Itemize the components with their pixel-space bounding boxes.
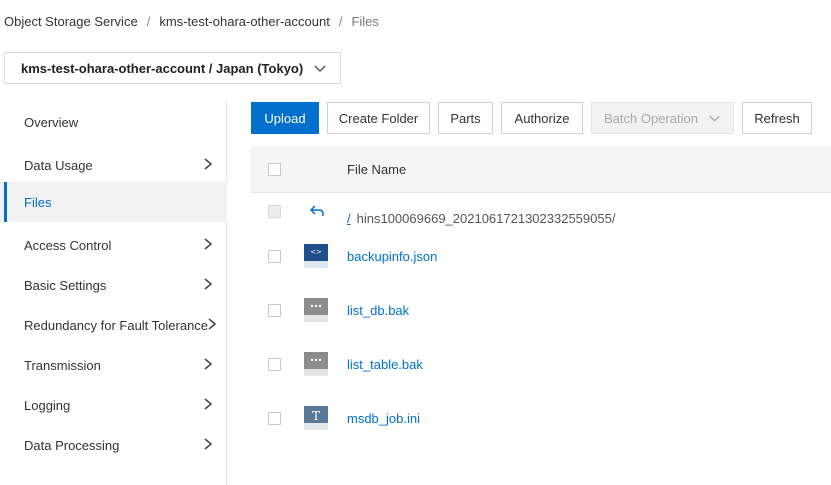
breadcrumb: Object Storage Service / kms-test-ohara-… (4, 14, 379, 29)
svg-text:T: T (312, 409, 320, 423)
refresh-button[interactable]: Refresh (742, 102, 812, 134)
file-name-link[interactable]: list_table.bak (347, 357, 423, 372)
sidebar-item-data-processing[interactable]: Data Processing (0, 425, 227, 465)
svg-text:<>: <> (310, 248, 322, 256)
table-header: File Name (251, 146, 831, 193)
table-row: list_table.bak (251, 350, 831, 404)
bucket-region-select[interactable]: kms-test-ohara-other-account / Japan (To… (4, 52, 341, 84)
sidebar-item-logging[interactable]: Logging (0, 385, 227, 425)
generic-file-icon (304, 352, 328, 376)
upload-button[interactable]: Upload (251, 102, 319, 134)
top-bar: Object Storage Service / kms-test-ohara-… (0, 0, 831, 44)
bucket-region-value: kms-test-ohara-other-account / Japan (To… (21, 60, 304, 76)
text-file-icon: T (304, 406, 328, 430)
chevron-right-icon (204, 398, 213, 410)
sidebar-item-files[interactable]: Files (0, 182, 227, 222)
back-arrow-icon[interactable] (309, 203, 325, 219)
row-checkbox (268, 205, 281, 218)
breadcrumb-item-oss[interactable]: Object Storage Service (4, 14, 138, 29)
path-folder: hins100069669_20210617213023325590​55/ (356, 211, 616, 226)
chevron-right-icon (204, 278, 213, 290)
row-checkbox[interactable] (268, 304, 281, 317)
sidebar-item-label: Redundancy for Fault Tolerance (24, 317, 209, 333)
table-row: list_db.bak (251, 296, 831, 350)
sidebar-item-basic-settings[interactable]: Basic Settings (0, 265, 227, 305)
file-name-link[interactable]: msdb_job.ini (347, 411, 420, 426)
parts-button[interactable]: Parts (438, 102, 493, 134)
breadcrumb-item-bucket[interactable]: kms-test-ohara-other-account (159, 14, 330, 29)
batch-operation-label: Batch Operation (604, 110, 698, 126)
sidebar-item-label: Data Processing (24, 437, 120, 453)
sidebar-item-label: Access Control (24, 237, 112, 253)
create-folder-button[interactable]: Create Folder (327, 102, 430, 134)
row-checkbox[interactable] (268, 412, 281, 425)
table-row: T msdb_job.ini (251, 404, 831, 458)
sidebar-item-label: Overview (24, 114, 79, 130)
json-file-icon: <> (304, 244, 328, 268)
batch-operation-dropdown: Batch Operation (591, 102, 734, 134)
row-checkbox[interactable] (268, 358, 281, 371)
file-table: File Name / hins100069669_202106172130233… (251, 146, 831, 430)
sidebar-item-label: Basic Settings (24, 277, 107, 293)
sidebar-item-label: Data Usage (24, 157, 93, 173)
file-name-link[interactable]: list_db.bak (347, 303, 409, 318)
sidebar-nav: Overview Data Usage Files Access Control… (0, 100, 227, 485)
file-toolbar: Upload Create Folder Parts Authorize Bat… (251, 102, 812, 134)
chevron-right-icon (204, 238, 213, 250)
path-root-link[interactable]: / (347, 211, 351, 226)
current-path: / hins100069669_20210617213023325590​55/ (347, 211, 615, 226)
file-name-link[interactable]: backupinfo.json (347, 249, 437, 264)
sidebar-item-redundancy[interactable]: Redundancy for Fault Tolerance (0, 305, 227, 345)
sidebar-item-label: Logging (24, 397, 71, 413)
sidebar-item-access-control[interactable]: Access Control (0, 225, 227, 265)
row-checkbox[interactable] (268, 250, 281, 263)
breadcrumb-item-files: Files (351, 14, 379, 29)
sidebar-item-data-usage[interactable]: Data Usage (0, 145, 227, 185)
chevron-down-icon (314, 65, 326, 73)
chevron-down-icon (709, 115, 720, 122)
chevron-right-icon (204, 438, 213, 450)
column-header-file-name: File Name (347, 162, 407, 177)
chevron-right-icon (208, 318, 217, 330)
generic-file-icon (304, 298, 328, 322)
sidebar-item-transmission[interactable]: Transmission (0, 345, 227, 385)
select-all-checkbox[interactable] (268, 163, 281, 176)
sidebar-item-label: Files (24, 194, 52, 210)
chevron-right-icon (204, 358, 213, 370)
chevron-right-icon (204, 158, 213, 170)
table-row: <> backupinfo.json (251, 242, 831, 296)
authorize-button[interactable]: Authorize (501, 102, 583, 134)
breadcrumb-separator: / (146, 14, 151, 29)
sidebar-item-overview[interactable]: Overview (0, 102, 227, 142)
sidebar-item-label: Transmission (24, 357, 101, 373)
breadcrumb-separator: / (338, 14, 343, 29)
